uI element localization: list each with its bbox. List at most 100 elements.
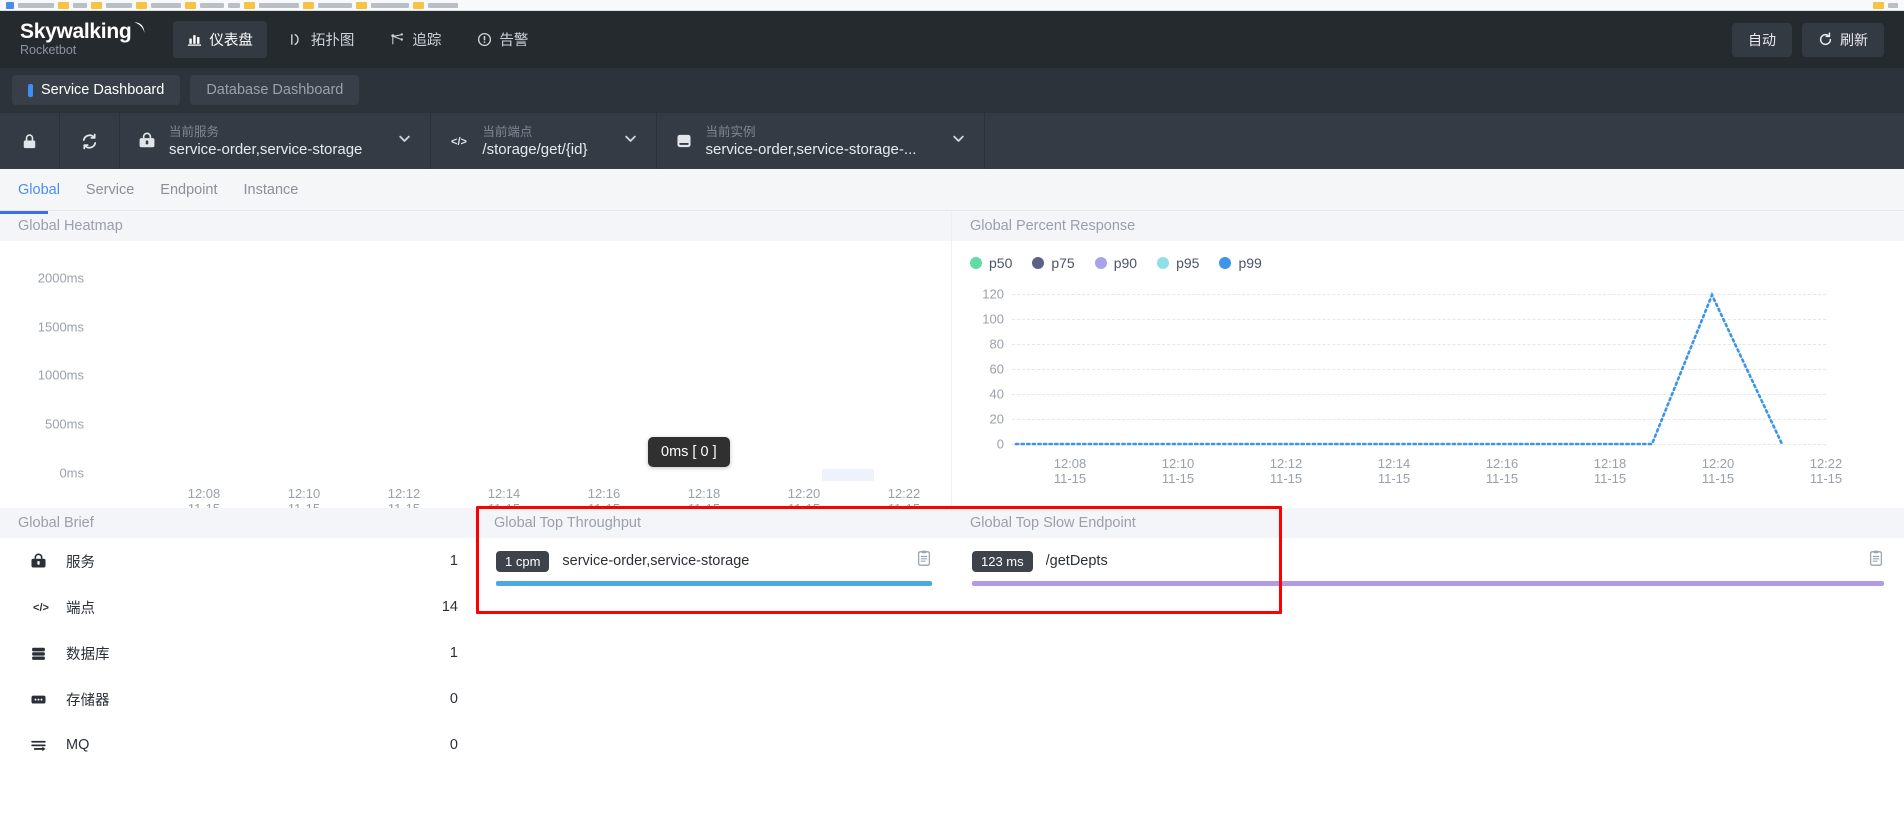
selector-label: 当前端点: [482, 124, 533, 139]
service-selector[interactable]: 当前服务 service-order,service-storage: [120, 113, 432, 169]
bookmark-folder-icon: [91, 1, 102, 9]
bookmark-item: [18, 2, 54, 8]
brief-row-service: 服务 1: [0, 538, 476, 584]
nav-item-alarm[interactable]: 告警: [463, 21, 542, 58]
x-tick-label: 12:1811-15: [1593, 456, 1627, 486]
instance-selector[interactable]: 当前实例 service-order,service-storage-...: [657, 113, 986, 169]
x-tick-label: 12:1011-15: [1161, 456, 1195, 486]
subtab-global[interactable]: Global: [18, 169, 60, 211]
chart-icon: [187, 32, 202, 47]
refresh-button[interactable]: 刷新: [1802, 22, 1884, 57]
subtab-endpoint[interactable]: Endpoint: [160, 169, 217, 211]
selector-value: /storage/get/{id}: [482, 140, 588, 158]
instance-icon: [675, 132, 693, 150]
selector-value: service-order,service-storage-...: [705, 140, 917, 158]
brief-row-cache: 存储器 0: [0, 676, 476, 722]
nav-item-dashboard[interactable]: 仪表盘: [173, 21, 267, 58]
selector-value: service-order,service-storage: [169, 140, 363, 158]
panel-header: Global Percent Response: [952, 211, 1904, 241]
metric-scope-tabs: Global Service Endpoint Instance: [0, 169, 1904, 211]
bookmark-item: [228, 2, 240, 8]
database-icon: [30, 645, 56, 662]
bookmark-item: [73, 2, 87, 8]
list-item[interactable]: 1 cpm service-order,service-storage: [476, 538, 952, 586]
chevron-down-icon[interactable]: [623, 131, 638, 151]
panel-title: Global Top Slow Endpoint: [970, 515, 1136, 531]
chevron-down-icon[interactable]: [951, 131, 966, 151]
lock-button[interactable]: [0, 113, 60, 169]
endpoint-icon: </>: [30, 599, 56, 615]
heatmap-cell[interactable]: [822, 469, 874, 481]
tab-label: Service Dashboard: [41, 82, 165, 98]
copy-icon[interactable]: [916, 550, 932, 572]
nav-item-trace[interactable]: 追踪: [376, 21, 455, 58]
heatmap-tooltip: 0ms [ 0 ]: [648, 437, 730, 467]
brief-label: MQ: [66, 737, 90, 753]
subtab-service[interactable]: Service: [86, 169, 134, 211]
dashboard-tab-bar: Service Dashboard Database Dashboard: [0, 68, 1904, 112]
tab-service-dashboard[interactable]: Service Dashboard: [12, 75, 181, 105]
bookmark-item: [318, 2, 352, 8]
nav-label: 追踪: [412, 33, 442, 49]
svg-text:</>: </>: [451, 136, 467, 148]
brief-row-mq: MQ 0: [0, 722, 476, 768]
percent-response-chart[interactable]: p50 p75 p90 p95 p99 120 100 80 60 40 20 …: [952, 241, 1904, 508]
nav-label: 仪表盘: [209, 33, 253, 49]
slow-endpoint-name: /getDepts: [1045, 553, 1108, 569]
bookmark-favicon: [6, 1, 14, 9]
bookmark-folder-icon: [136, 1, 147, 9]
panel-header: Global Brief: [0, 508, 476, 538]
brief-label: 数据库: [66, 646, 110, 663]
global-heatmap-panel: Global Heatmap 2000ms 1500ms 1000ms 500m…: [0, 211, 952, 517]
bottom-panels-row: Global Brief 服务 1 </> 端点 14 数据库 1 存储器 0 …: [0, 508, 1904, 816]
tab-database-dashboard[interactable]: Database Dashboard: [190, 75, 360, 105]
global-brief-panel: Global Brief 服务 1 </> 端点 14 数据库 1 存储器 0 …: [0, 508, 476, 816]
heatmap-chart[interactable]: 2000ms 1500ms 1000ms 500ms 0ms 0ms [ 0 ]…: [0, 241, 951, 517]
svg-text:</>: </>: [33, 602, 49, 614]
nav-label: 告警: [499, 33, 529, 49]
bookmark-folder-icon: [303, 1, 314, 9]
bookmark-folder-icon: [356, 1, 367, 9]
auto-refresh-button[interactable]: 自动: [1732, 22, 1792, 57]
panel-title: Global Top Throughput: [494, 515, 641, 531]
brief-value: 0: [449, 691, 458, 707]
bookmark-item: [259, 2, 299, 8]
selector-label: 当前服务: [169, 124, 220, 139]
throughput-badge: 1 cpm: [496, 550, 550, 572]
list-item[interactable]: 123 ms /getDepts: [952, 538, 1904, 586]
bookmark-folder-icon: [58, 1, 69, 9]
subtab-instance[interactable]: Instance: [244, 169, 299, 211]
bookmark-item: [1888, 2, 1898, 8]
y-tick-label: 500ms: [44, 416, 84, 432]
trace-icon: [390, 32, 405, 47]
reload-icon: [81, 133, 98, 150]
y-tick-label: 2000ms: [37, 270, 84, 286]
bookmark-item: [106, 2, 132, 8]
bookmark-folder-icon: [1873, 1, 1884, 9]
series-p99-line: [1014, 291, 1784, 446]
refresh-icon: [1818, 32, 1833, 47]
x-tick-label: 12:2011-15: [1701, 456, 1735, 486]
y-tick-label: 1000ms: [37, 367, 84, 383]
refresh-label: 刷新: [1840, 31, 1868, 48]
slow-badge: 123 ms: [972, 550, 1033, 572]
brief-value: 14: [441, 599, 458, 615]
throughput-name: service-order,service-storage: [562, 553, 750, 569]
service-icon: [138, 132, 156, 150]
bookmark-folder-icon: [244, 1, 255, 9]
brief-label: 端点: [66, 600, 95, 617]
app-logo[interactable]: Skywalking Rocketbot: [20, 21, 145, 58]
bookmark-item: [371, 2, 409, 8]
panel-header: Global Top Throughput: [476, 508, 952, 538]
service-icon: [30, 553, 56, 570]
endpoint-selector[interactable]: </> 当前端点 /storage/get/{id}: [431, 113, 657, 169]
copy-icon[interactable]: [1868, 550, 1884, 572]
panel-title: Global Brief: [18, 515, 94, 531]
global-percent-response-panel: Global Percent Response p50 p75 p90 p95 …: [952, 211, 1904, 508]
cache-icon: [30, 691, 56, 708]
reload-button[interactable]: [60, 113, 120, 169]
brief-value: 1: [449, 553, 458, 569]
logo-text: Skywalking: [20, 20, 132, 43]
chevron-down-icon[interactable]: [397, 131, 412, 151]
nav-item-topology[interactable]: 拓扑图: [275, 21, 369, 58]
